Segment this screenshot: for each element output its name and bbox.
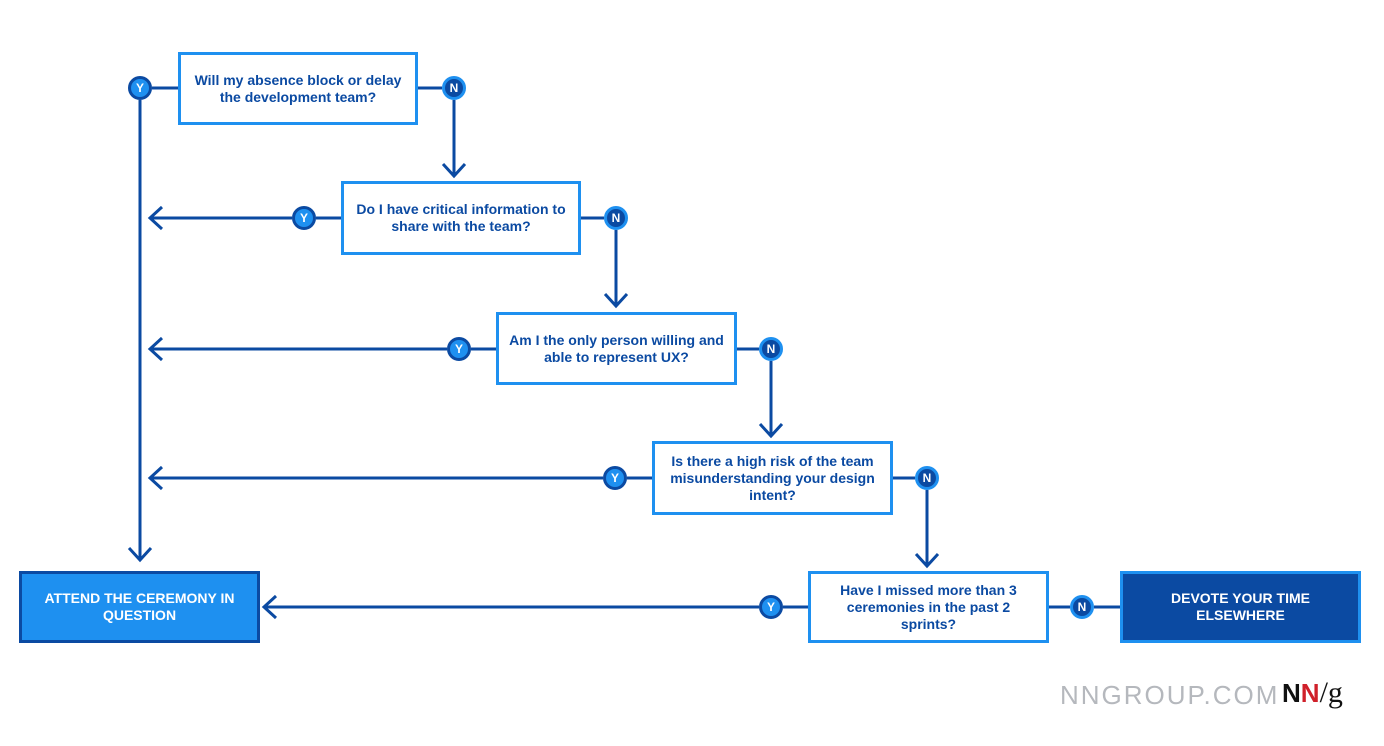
logo-n2: N — [1300, 678, 1320, 708]
question-box-critical-info: Do I have critical information to share … — [341, 181, 581, 255]
badge-label: N — [449, 81, 459, 95]
badge-label: Y — [299, 211, 308, 225]
no-badge-q1: N — [442, 76, 466, 100]
yes-badge-q4: Y — [603, 466, 627, 490]
yes-badge-q1: Y — [128, 76, 152, 100]
badge-label: Y — [766, 600, 775, 614]
badge-label: Y — [135, 81, 144, 95]
outcome-text: DEVOTE YOUR TIME ELSEWHERE — [1171, 590, 1310, 623]
badge-label: Y — [454, 342, 463, 356]
yes-badge-q2: Y — [292, 206, 316, 230]
site-url: NNGROUP.COM — [1060, 680, 1280, 710]
question-text: Do I have critical information to share … — [356, 201, 566, 234]
outcome-attend-ceremony: ATTEND THE CEREMONY IN QUESTION — [19, 571, 260, 643]
outcome-text: ATTEND THE CEREMONY IN QUESTION — [44, 590, 235, 623]
no-badge-q2: N — [604, 206, 628, 230]
logo-n1: N — [1282, 678, 1301, 708]
badge-label: N — [922, 471, 932, 485]
question-text: Will my absence block or delay the devel… — [194, 71, 402, 105]
question-text: Am I the only person willing and able to… — [509, 331, 724, 365]
no-badge-q3: N — [759, 337, 783, 361]
no-badge-q5: N — [1070, 595, 1094, 619]
yes-badge-q3: Y — [447, 337, 471, 361]
outcome-devote-time: DEVOTE YOUR TIME ELSEWHERE — [1120, 571, 1361, 643]
question-box-absence: Will my absence block or delay the devel… — [178, 52, 418, 125]
question-text: Is there a high risk of the team misunde… — [670, 452, 875, 503]
logo-slash-g: /g — [1319, 676, 1343, 709]
badge-label: N — [611, 211, 621, 225]
question-box-high-risk: Is there a high risk of the team misunde… — [652, 441, 893, 515]
question-box-only-person: Am I the only person willing and able to… — [496, 312, 737, 385]
question-text: Have I missed more than 3 ceremonies in … — [840, 581, 1017, 632]
nng-logo: NN/g — [1282, 676, 1343, 710]
question-box-missed-ceremonies: Have I missed more than 3 ceremonies in … — [808, 571, 1049, 643]
no-badge-q4: N — [915, 466, 939, 490]
badge-label: Y — [610, 471, 619, 485]
yes-badge-q5: Y — [759, 595, 783, 619]
badge-label: N — [766, 342, 776, 356]
badge-label: N — [1077, 600, 1087, 614]
